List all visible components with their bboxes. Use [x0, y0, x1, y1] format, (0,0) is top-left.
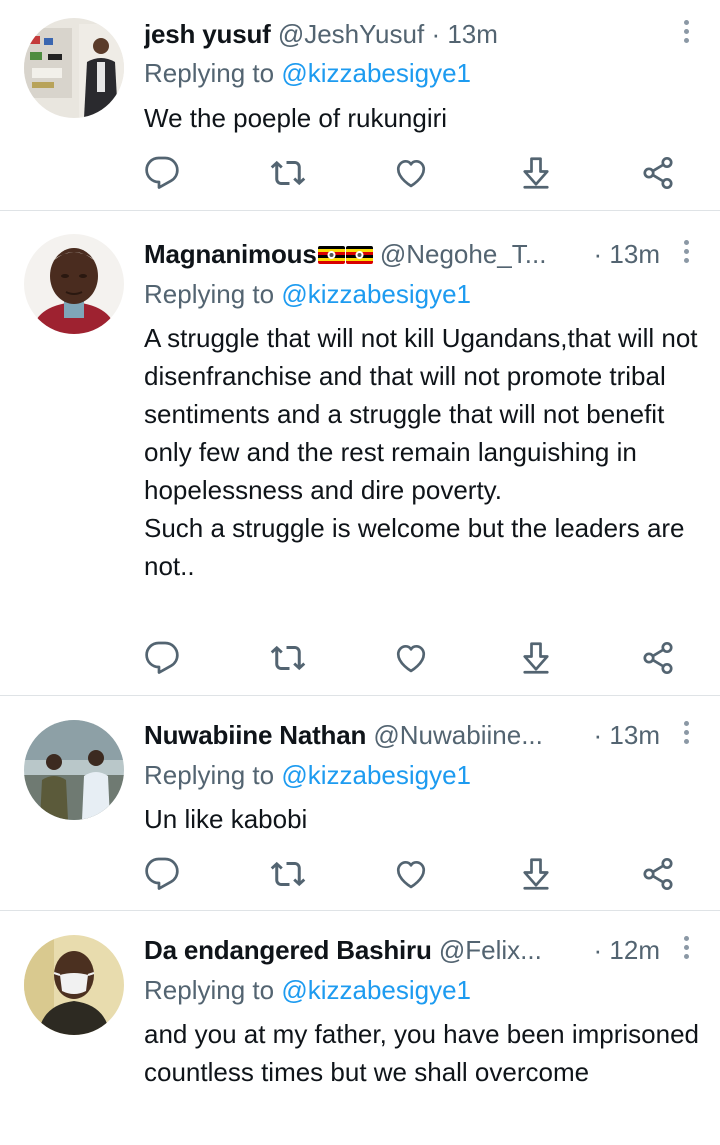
- tweet-text: A struggle that will not kill Ugandans,t…: [144, 319, 704, 585]
- mention-link[interactable]: @kizzabesigye1: [281, 279, 471, 309]
- display-name[interactable]: Magnanimous: [144, 239, 317, 269]
- replying-to-label: Replying to: [144, 975, 275, 1005]
- share-icon[interactable]: [640, 856, 676, 892]
- replying-to: Replying to @kizzabesigye1: [144, 278, 471, 310]
- reply-icon[interactable]: [144, 155, 180, 191]
- user-handle[interactable]: @Felix...: [439, 935, 542, 965]
- tweet-header: Da endangered Bashiru @Felix...: [144, 934, 590, 966]
- display-name[interactable]: Da endangered Bashiru: [144, 935, 432, 965]
- replying-to: Replying to @kizzabesigye1: [144, 759, 471, 791]
- tweet-text: We the poeple of rukungiri: [144, 99, 704, 137]
- retweet-icon[interactable]: [270, 640, 306, 676]
- display-name[interactable]: Nuwabiine Nathan: [144, 720, 366, 750]
- replying-to-label: Replying to: [144, 760, 275, 790]
- download-share-icon[interactable]: [518, 856, 554, 892]
- avatar[interactable]: [24, 18, 124, 118]
- tweet-paragraph: We the poeple of rukungiri: [144, 103, 448, 133]
- display-name[interactable]: jesh yusuf: [144, 19, 271, 49]
- uganda-flag-icon: [318, 246, 345, 264]
- replying-to-label: Replying to: [144, 58, 275, 88]
- mention-link[interactable]: @kizzabesigye1: [281, 975, 471, 1005]
- tweet-header: Nuwabiine Nathan @Nuwabiine...: [144, 719, 590, 751]
- action-bar: [144, 856, 684, 892]
- user-handle[interactable]: @Nuwabiine...: [373, 720, 542, 750]
- tweet-paragraph: A struggle that will not kill Ugandans,t…: [144, 323, 698, 505]
- more-options-icon[interactable]: [680, 718, 692, 752]
- avatar[interactable]: [24, 234, 124, 334]
- retweet-icon[interactable]: [270, 856, 306, 892]
- uganda-flag-icon: [346, 246, 373, 264]
- retweet-icon[interactable]: [270, 155, 306, 191]
- tweet[interactable]: Da endangered Bashiru @Felix... · 12m Re…: [0, 911, 720, 1145]
- like-icon[interactable]: [393, 640, 429, 676]
- avatar[interactable]: [24, 720, 124, 820]
- avatar[interactable]: [24, 935, 124, 1035]
- share-icon[interactable]: [640, 640, 676, 676]
- action-bar: [144, 155, 684, 191]
- tweet-text: and you at my father, you have been impr…: [144, 1015, 704, 1091]
- timestamp[interactable]: · 13m: [594, 719, 660, 751]
- replying-to: Replying to @kizzabesigye1: [144, 974, 471, 1006]
- more-options-icon[interactable]: [680, 933, 692, 967]
- download-share-icon[interactable]: [518, 155, 554, 191]
- timestamp[interactable]: · 13m: [594, 238, 660, 270]
- replying-to-label: Replying to: [144, 279, 275, 309]
- mention-link[interactable]: @kizzabesigye1: [281, 58, 471, 88]
- share-icon[interactable]: [640, 155, 676, 191]
- like-icon[interactable]: [393, 856, 429, 892]
- tweet[interactable]: Magnanimous @Negohe_T... · 13m Replying …: [0, 211, 720, 695]
- timestamp[interactable]: · 12m: [594, 934, 660, 966]
- tweet-text: Un like kabobi: [144, 800, 704, 838]
- tweet-paragraph: Un like kabobi: [144, 804, 308, 834]
- timestamp[interactable]: · 13m: [431, 19, 497, 49]
- user-handle[interactable]: @Negohe_T...: [380, 239, 547, 269]
- user-handle[interactable]: @JeshYusuf: [278, 19, 424, 49]
- download-share-icon[interactable]: [518, 640, 554, 676]
- tweet-paragraph: Such a struggle is welcome but the leade…: [144, 513, 685, 581]
- action-bar: [144, 640, 684, 676]
- tweet[interactable]: jesh yusuf @JeshYusuf · 13m Replying to …: [0, 0, 720, 210]
- reply-icon[interactable]: [144, 640, 180, 676]
- mention-link[interactable]: @kizzabesigye1: [281, 760, 471, 790]
- like-icon[interactable]: [393, 155, 429, 191]
- reply-icon[interactable]: [144, 856, 180, 892]
- tweet-paragraph: and you at my father, you have been impr…: [144, 1019, 700, 1087]
- tweet-header: jesh yusuf @JeshYusuf · 13m: [144, 18, 650, 50]
- replying-to: Replying to @kizzabesigye1: [144, 57, 471, 89]
- more-options-icon[interactable]: [680, 17, 692, 51]
- tweet-header: Magnanimous @Negohe_T...: [144, 238, 590, 270]
- more-options-icon[interactable]: [680, 237, 692, 271]
- tweet[interactable]: Nuwabiine Nathan @Nuwabiine... · 13m Rep…: [0, 696, 720, 910]
